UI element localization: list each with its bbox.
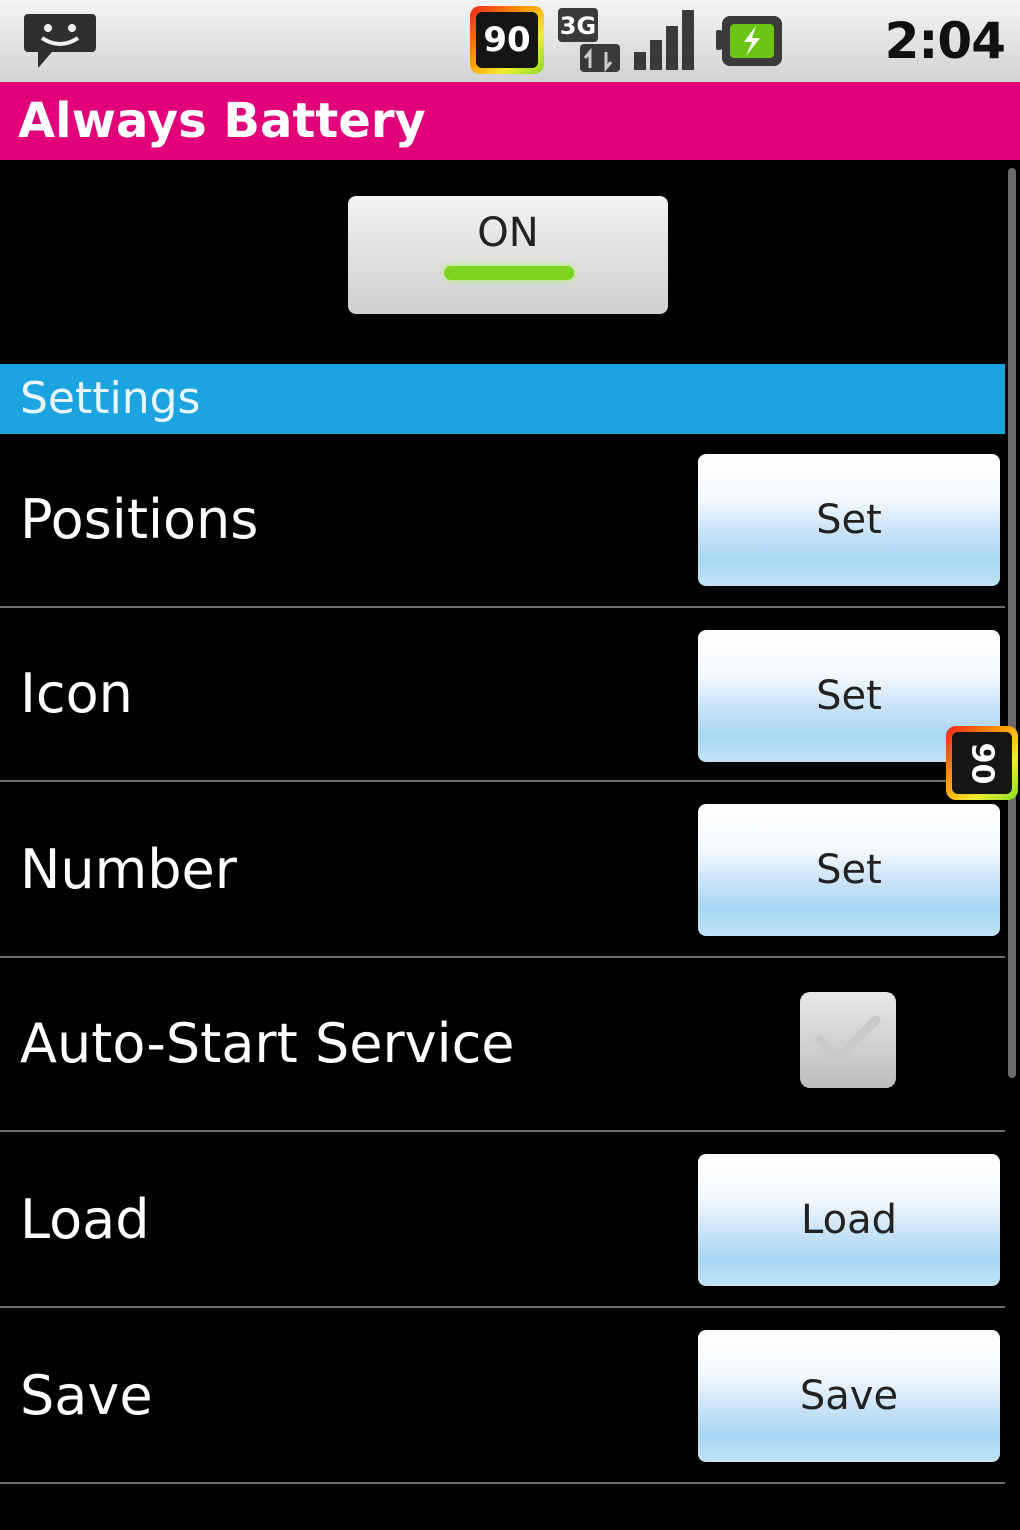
toggle-on-indicator xyxy=(444,266,574,280)
settings-header-title: Settings xyxy=(20,373,201,424)
app-title-bar: Always Battery xyxy=(0,82,1020,160)
divider xyxy=(0,780,1005,782)
battery-percent-text: 90 xyxy=(476,12,538,68)
battery-charging-icon xyxy=(716,14,784,68)
settings-row-load: Load Load xyxy=(0,1134,1005,1308)
divider xyxy=(0,1306,1005,1308)
row-label: Icon xyxy=(20,662,133,725)
number-set-button[interactable]: Set xyxy=(698,804,1000,936)
network-3g-icon: 3G xyxy=(556,6,622,74)
row-label: Save xyxy=(20,1364,153,1427)
battery-percent-badge: 90 xyxy=(470,6,544,74)
signal-strength-icon xyxy=(632,8,702,72)
settings-row-number: Number Set xyxy=(0,784,1005,958)
divider xyxy=(0,1130,1005,1132)
row-label: Auto-Start Service xyxy=(20,1012,515,1075)
positions-set-button[interactable]: Set xyxy=(698,454,1000,586)
settings-row-auto-start: Auto-Start Service xyxy=(0,958,1005,1132)
save-button[interactable]: Save xyxy=(698,1330,1000,1462)
load-button[interactable]: Load xyxy=(698,1154,1000,1286)
battery-overlay-tag[interactable]: 90 xyxy=(946,726,1018,800)
settings-row-positions: Positions Set xyxy=(0,434,1005,608)
battery-overlay-text: 90 xyxy=(964,742,1000,784)
message-notification-icon[interactable] xyxy=(24,10,96,72)
divider xyxy=(0,1482,1005,1484)
row-label: Number xyxy=(20,838,237,901)
settings-row-icon: Icon Set xyxy=(0,608,1005,782)
checkmark-icon xyxy=(815,1015,881,1065)
settings-section-header: Settings xyxy=(0,364,1005,434)
auto-start-checkbox[interactable] xyxy=(800,992,896,1088)
row-label: Positions xyxy=(20,488,259,551)
app-title: Always Battery xyxy=(18,93,426,149)
master-toggle-button[interactable]: ON xyxy=(348,196,668,314)
svg-text:3G: 3G xyxy=(560,12,596,40)
scrollbar[interactable] xyxy=(1008,168,1016,1078)
master-toggle-label: ON xyxy=(477,210,539,256)
status-time: 2:04 AM xyxy=(884,12,1006,132)
row-label: Load xyxy=(20,1188,150,1251)
status-bar: 90 3G 2:04 AM xyxy=(0,0,1020,132)
settings-row-save: Save Save xyxy=(0,1310,1005,1484)
